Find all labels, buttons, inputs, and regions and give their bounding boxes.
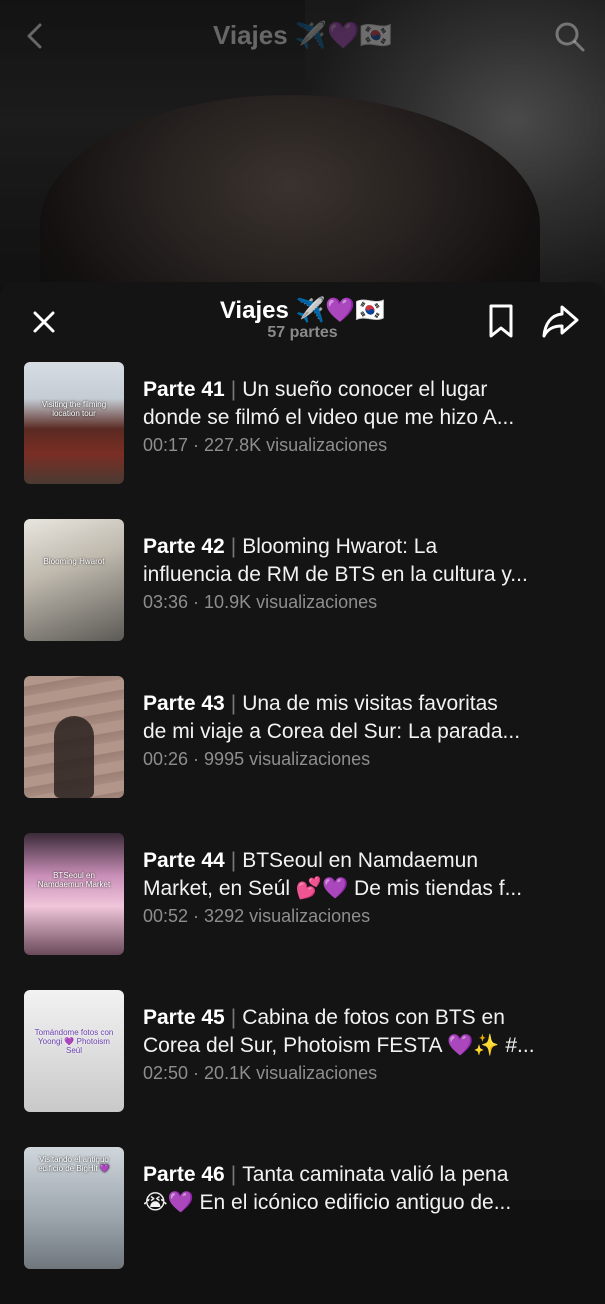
part-label: Parte 41	[143, 378, 225, 401]
item-title-line2: Market, en Seúl 💕💜 De mis tiendas f...	[143, 877, 523, 900]
item-title-line2: influencia de RM de BTS en la cultura y.…	[143, 563, 528, 586]
item-title-line2: 😭💜 En el icónico edificio antiguo de...	[143, 1191, 512, 1214]
list-item[interactable]: BTSeoul en Namdaemun Market Parte 44 | BTS…	[0, 833, 605, 990]
thumbnail-caption: Tomándome fotos con Yoongi 💜 Photoism Se…	[34, 1028, 114, 1055]
item-title-line1: Una de mis visitas favoritas	[242, 692, 498, 715]
views: 3292 visualizaciones	[204, 906, 371, 926]
search-icon[interactable]	[551, 18, 587, 54]
thumbnail-caption: Visiting the filming location tour	[41, 400, 107, 418]
item-title-line2: donde se filmó el video que me hizo A...	[143, 406, 515, 429]
list-item[interactable]: Visitando el antiguo edificio de BigHit …	[0, 1147, 605, 1304]
item-text: Parte 43 | Una de mis visitas favoritas de…	[143, 690, 585, 770]
item-title-line1: Blooming Hwarot: La	[242, 535, 438, 558]
item-text: Parte 44 | BTSeoul en Namdaemun Market, en…	[143, 847, 585, 927]
item-title-line2: Corea del Sur, Photoism FESTA 💜✨ #...	[143, 1034, 535, 1057]
part-label: Parte 42	[143, 535, 225, 558]
item-text: Parte 41 | Un sueño conocer el lugar donde…	[143, 376, 585, 456]
playlist-sheet: Viajes ✈️💜🇰🇷 57 partes Visiting the film…	[0, 282, 605, 1269]
shadow-figure	[54, 716, 94, 798]
list-item[interactable]: Parte 43 | Una de mis visitas favoritas de…	[0, 676, 605, 833]
views: 10.9K visualizaciones	[204, 592, 378, 612]
parts-list: Visiting the filming location tour Parte…	[0, 362, 605, 1304]
views: 20.1K visualizaciones	[204, 1063, 378, 1083]
sheet-header: Viajes ✈️💜🇰🇷 57 partes	[0, 282, 605, 352]
list-item[interactable]: Visiting the filming location tour Parte…	[0, 362, 605, 519]
item-title-line1: Tanta caminata valió la pena	[242, 1163, 509, 1186]
duration: 03:36	[143, 592, 189, 612]
item-title-line1: Un sueño conocer el lugar	[242, 378, 488, 401]
list-item[interactable]: Tomándome fotos con Yoongi 💜 Photoism Se…	[0, 990, 605, 1147]
thumbnail: Blooming Hwarot	[24, 519, 124, 641]
item-title-line2: de mi viaje a Corea del Sur: La parada..…	[143, 720, 521, 743]
part-label: Parte 43	[143, 692, 225, 715]
top-title: Viajes ✈️💜🇰🇷	[212, 20, 393, 50]
part-label: Parte 45	[143, 1006, 225, 1029]
views: 9995 visualizaciones	[204, 749, 371, 769]
top-bar: Viajes ✈️💜🇰🇷	[0, 0, 605, 72]
item-title-line1: Cabina de fotos con BTS en	[242, 1006, 505, 1029]
thumbnail-caption: BTSeoul en Namdaemun Market	[37, 871, 111, 889]
bookmark-icon[interactable]	[484, 302, 518, 340]
thumbnail: Visiting the filming location tour	[24, 362, 124, 484]
item-title-line1: BTSeoul en Namdaemun	[242, 849, 479, 872]
thumbnail: BTSeoul en Namdaemun Market	[24, 833, 124, 955]
item-text: Parte 46 | Tanta caminata valió la pena 😭💜…	[143, 1161, 585, 1217]
duration: 00:17	[143, 435, 189, 455]
duration: 00:52	[143, 906, 189, 926]
thumbnail-caption: Visitando el antiguo edificio de BigHit …	[38, 1155, 110, 1173]
list-item[interactable]: Blooming Hwarot Parte 42 | Blooming Hwarot…	[0, 519, 605, 676]
duration: 00:26	[143, 749, 189, 769]
thumbnail-caption: Blooming Hwarot	[43, 557, 105, 566]
item-text: Parte 42 | Blooming Hwarot: La influencia …	[143, 533, 585, 613]
thumbnail	[24, 676, 124, 798]
share-icon[interactable]	[540, 302, 580, 340]
item-text: Parte 45 | Cabina de fotos con BTS en Core…	[143, 1004, 585, 1084]
views: 227.8K visualizaciones	[204, 435, 388, 455]
part-label: Parte 46	[143, 1163, 225, 1186]
thumbnail: Tomándome fotos con Yoongi 💜 Photoism Se…	[24, 990, 124, 1112]
duration: 02:50	[143, 1063, 189, 1083]
thumbnail: Visitando el antiguo edificio de BigHit …	[24, 1147, 124, 1269]
part-label: Parte 44	[143, 849, 225, 872]
